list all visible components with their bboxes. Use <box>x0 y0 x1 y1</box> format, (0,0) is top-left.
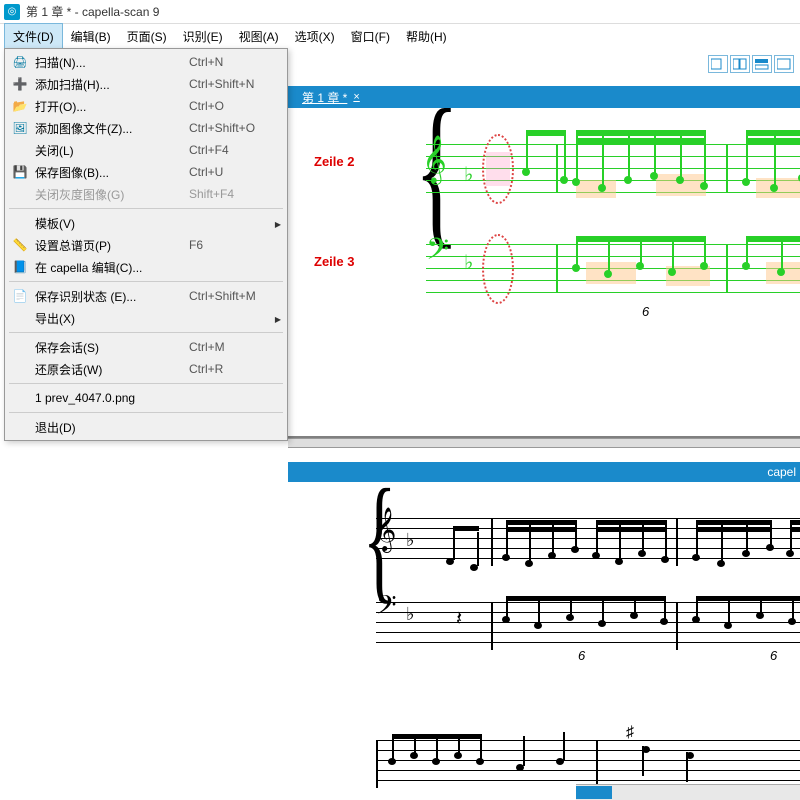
scan-icon: 🖨 <box>11 55 29 69</box>
preview-staff-bass: 𝄢 ♭ 𝄽 6 6 6 <box>376 602 800 650</box>
separator <box>9 412 283 413</box>
preview-canvas[interactable]: { 𝄞 ♭ <box>288 482 800 800</box>
menu-item-shortcut: Ctrl+Shift+M <box>189 289 281 303</box>
menu-item[interactable]: 关闭(L)Ctrl+F4 <box>7 139 285 161</box>
treble-clef-icon: 𝄞 <box>374 508 396 552</box>
zeile3-label: Zeile 3 <box>314 254 354 269</box>
menu-item-label: 保存会话(S) <box>29 339 189 356</box>
layout-btn-3[interactable] <box>752 55 772 73</box>
titlebar: ◎ 第 1 章 * - capella-scan 9 <box>0 0 800 24</box>
layout-toolbar <box>708 55 794 73</box>
treble-clef-icon: 𝄞 <box>422 136 447 184</box>
zeile2-label: Zeile 2 <box>314 154 354 169</box>
menu-window[interactable]: 窗口(F) <box>343 24 398 49</box>
submenu-arrow-icon <box>275 216 281 230</box>
menu-item[interactable]: 📘在 capella 编辑(C)... <box>7 256 285 278</box>
menu-item-label: 添加扫描(H)... <box>29 76 189 93</box>
menu-item-shortcut: Ctrl+O <box>189 99 281 113</box>
menu-item-label: 添加图像文件(Z)... <box>29 120 189 137</box>
menu-item-label: 模板(V) <box>29 215 275 232</box>
horizontal-scrollbar[interactable] <box>576 784 800 800</box>
bass-clef-icon: 𝄢 <box>426 232 449 275</box>
document-tabbar: 第 1 章 * × <box>288 86 800 108</box>
addscan-icon: ➕ <box>11 77 29 91</box>
menu-item[interactable]: 📏设置总谱页(P)F6 <box>7 234 285 256</box>
menu-item-shortcut: Ctrl+M <box>189 340 281 354</box>
ruler-icon: 📏 <box>11 238 29 252</box>
menu-item-shortcut: Ctrl+F4 <box>189 143 281 157</box>
menu-item[interactable]: 导出(X) <box>7 307 285 329</box>
close-icon[interactable]: × <box>353 91 359 103</box>
preview-staff-2: ♯ <box>376 740 800 788</box>
menu-item: 关闭灰度图像(G)Shift+F4 <box>7 183 285 205</box>
menu-item[interactable]: 💾保存图像(B)...Ctrl+U <box>7 161 285 183</box>
menu-item[interactable]: ➕添加扫描(H)...Ctrl+Shift+N <box>7 73 285 95</box>
tab-label: 第 1 章 * <box>302 89 347 106</box>
menu-options[interactable]: 选项(X) <box>287 24 343 49</box>
separator <box>9 383 283 384</box>
layout-btn-4[interactable] <box>774 55 794 73</box>
cap-icon: 📘 <box>11 260 29 274</box>
submenu-arrow-icon <box>275 311 281 325</box>
menu-page[interactable]: 页面(S) <box>119 24 175 49</box>
staff-bass: 𝄢 ♭ <box>426 244 800 292</box>
menu-edit[interactable]: 编辑(B) <box>63 24 119 49</box>
scrollbar-thumb[interactable] <box>576 786 612 799</box>
preview-title: capel <box>767 465 796 479</box>
menu-item-label: 扫描(N)... <box>29 54 189 71</box>
menu-item[interactable]: 1 prev_4047.0.png <box>7 387 285 409</box>
menu-item[interactable]: 📄保存识别状态 (E)...Ctrl+Shift+M <box>7 285 285 307</box>
menu-item[interactable]: 模板(V) <box>7 212 285 234</box>
separator <box>9 332 283 333</box>
layout-btn-2[interactable] <box>730 55 750 73</box>
addimg-icon: 🖼 <box>11 121 29 135</box>
app-icon: ◎ <box>4 4 20 20</box>
menu-item-shortcut: Ctrl+Shift+O <box>189 121 281 135</box>
menu-item-shortcut: Ctrl+R <box>189 362 281 376</box>
bass-clef-icon: 𝄢 <box>376 590 397 628</box>
menu-item[interactable]: 📂打开(O)...Ctrl+O <box>7 95 285 117</box>
menu-item-shortcut: Ctrl+U <box>189 165 281 179</box>
preview-staff-treble: 𝄞 ♭ <box>376 518 800 566</box>
menu-item-label: 保存识别状态 (E)... <box>29 288 189 305</box>
file-dropdown: 🖨扫描(N)...Ctrl+N➕添加扫描(H)...Ctrl+Shift+N📂打… <box>4 48 288 441</box>
layout-btn-1[interactable] <box>708 55 728 73</box>
tuplet-6: 6 <box>642 304 649 319</box>
open-icon: 📂 <box>11 99 29 113</box>
save-icon: 💾 <box>11 165 29 179</box>
staff-treble: 𝄞 ♭ <box>426 144 800 192</box>
menu-item-label: 设置总谱页(P) <box>29 237 189 254</box>
menu-view[interactable]: 视图(A) <box>231 24 287 49</box>
menu-help[interactable]: 帮助(H) <box>398 24 455 49</box>
menu-item-label: 在 capella 编辑(C)... <box>29 259 189 276</box>
menu-item-label: 保存图像(B)... <box>29 164 189 181</box>
menu-file[interactable]: 文件(D) <box>4 23 63 50</box>
separator <box>9 208 283 209</box>
time-sig-marker-bass[interactable] <box>482 234 514 304</box>
separator <box>9 281 283 282</box>
menu-item-shortcut: Shift+F4 <box>189 187 281 201</box>
document-tab[interactable]: 第 1 章 * × <box>296 89 366 106</box>
menubar: 文件(D) 编辑(B) 页面(S) 识别(E) 视图(A) 选项(X) 窗口(F… <box>0 24 800 48</box>
menu-item-label: 打开(O)... <box>29 98 189 115</box>
state-icon: 📄 <box>11 289 29 303</box>
recognition-canvas[interactable]: { Zeile 2 Zeile 3 𝄞 ♭ <box>288 108 800 438</box>
menu-item-label: 关闭灰度图像(G) <box>29 186 189 203</box>
menu-item-shortcut: Ctrl+N <box>189 55 281 69</box>
menu-item-label: 1 prev_4047.0.png <box>29 391 189 405</box>
menu-item-label: 还原会话(W) <box>29 361 189 378</box>
menu-item[interactable]: 退出(D) <box>7 416 285 438</box>
splitter[interactable] <box>288 438 800 448</box>
menu-item-label: 退出(D) <box>29 419 189 436</box>
menu-item-label: 导出(X) <box>29 310 275 327</box>
menu-item[interactable]: 🖨扫描(N)...Ctrl+N <box>7 51 285 73</box>
menu-item[interactable]: 还原会话(W)Ctrl+R <box>7 358 285 380</box>
menu-item-shortcut: F6 <box>189 238 281 252</box>
menu-item-shortcut: Ctrl+Shift+N <box>189 77 281 91</box>
window-title: 第 1 章 * - capella-scan 9 <box>26 3 159 20</box>
menu-item[interactable]: 保存会话(S)Ctrl+M <box>7 336 285 358</box>
menu-item[interactable]: 🖼添加图像文件(Z)...Ctrl+Shift+O <box>7 117 285 139</box>
menu-recognize[interactable]: 识别(E) <box>175 24 231 49</box>
menu-item-label: 关闭(L) <box>29 142 189 159</box>
